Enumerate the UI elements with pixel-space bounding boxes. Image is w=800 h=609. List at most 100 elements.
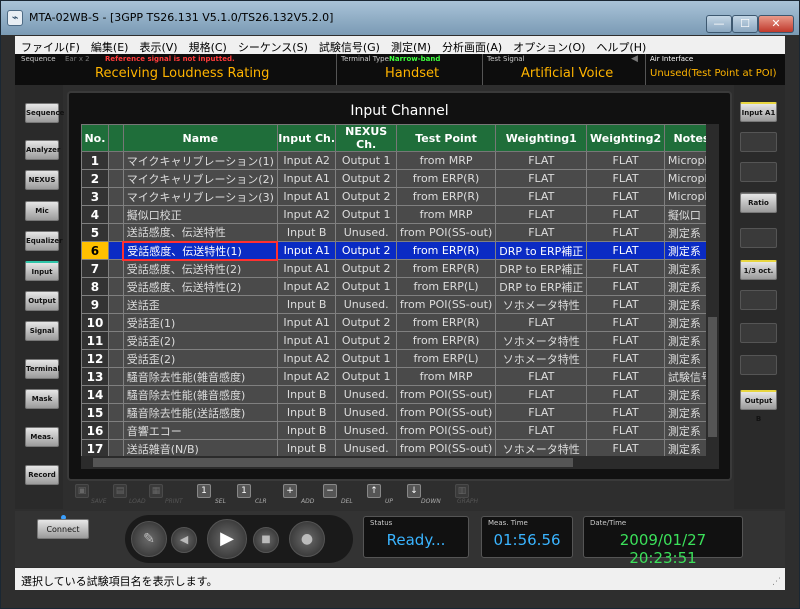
- table-row[interactable]: 4 擬似口校正 Input A2 Output 1 from MRP FLAT FLAT 擬似…: [81, 205, 719, 224]
- row-check[interactable]: [107, 331, 124, 350]
- row-weighting1[interactable]: DRP to ERP補正: [495, 259, 588, 278]
- row-name[interactable]: 受話感度、伝送特性(2): [122, 259, 278, 278]
- row-weighting1[interactable]: DRP to ERP補正: [495, 277, 588, 296]
- header-check[interactable]: [107, 124, 124, 152]
- sequence-info[interactable]: Sequence Ear x 2 Reference signal is not…: [15, 54, 335, 85]
- row-test-point[interactable]: from MRP: [395, 151, 497, 170]
- add-button[interactable]: + ADD: [283, 484, 319, 508]
- row-nexus-ch[interactable]: Output 1: [335, 367, 397, 386]
- speaker-icon[interactable]: ◀: [171, 527, 197, 553]
- table-row[interactable]: 13 騒音除去性能(雑音感度) Input A2 Output 1 from MRP FL…: [81, 367, 719, 386]
- maximize-button[interactable]: ☐: [732, 15, 758, 33]
- row-name[interactable]: 擬似口校正: [122, 205, 278, 224]
- row-nexus-ch[interactable]: Unused.: [335, 295, 397, 314]
- table-row[interactable]: 7 受話感度、伝送特性(2) Input A1 Output 2 from ERP(R)…: [81, 259, 719, 278]
- row-number[interactable]: 2: [81, 169, 109, 188]
- header-test-point[interactable]: Test Point: [395, 124, 497, 152]
- table-row[interactable]: 8 受話感度、伝送特性(2) Input A2 Output 1 from ERP(L)…: [81, 277, 719, 296]
- row-weighting1[interactable]: FLAT: [495, 187, 588, 206]
- up-button[interactable]: ↑ UP: [367, 484, 403, 508]
- row-nexus-ch[interactable]: Output 2: [335, 331, 397, 350]
- print-button[interactable]: ▦ PRINT: [149, 484, 189, 508]
- row-weighting2[interactable]: FLAT: [586, 295, 665, 314]
- row-name[interactable]: 送話雑音(N/B): [122, 439, 278, 456]
- terminal-button[interactable]: Terminal: [25, 359, 60, 379]
- row-check[interactable]: [107, 205, 124, 224]
- row-input-ch[interactable]: Input B: [276, 223, 337, 242]
- row-number[interactable]: 11: [81, 331, 109, 350]
- connect-button[interactable]: Connect: [37, 519, 89, 539]
- row-weighting1[interactable]: ソホメータ特性: [495, 439, 588, 456]
- row-input-ch[interactable]: Input B: [276, 439, 337, 456]
- mic-button[interactable]: Mic: [25, 201, 59, 221]
- menu-standard[interactable]: 規格(C): [183, 37, 232, 55]
- record-button[interactable]: Record: [25, 465, 59, 485]
- table-row[interactable]: 9 送話歪 Input B Unused. from POI(SS-out) ソホメータ特…: [81, 295, 719, 314]
- row-name[interactable]: 騒音除去性能(雑音感度): [122, 385, 278, 404]
- row-weighting2[interactable]: FLAT: [586, 403, 665, 422]
- row-weighting2[interactable]: FLAT: [586, 223, 665, 242]
- row-input-ch[interactable]: Input B: [276, 421, 337, 440]
- row-weighting2[interactable]: FLAT: [586, 187, 665, 206]
- header-weighting2[interactable]: Weighting2: [586, 124, 665, 152]
- table-row[interactable]: 1 マイクキャリブレーション(1) Input A2 Output 1 from MRP…: [81, 151, 719, 170]
- menu-options[interactable]: オプション(O): [507, 37, 590, 55]
- graph-button[interactable]: ▥ GRAPH: [453, 484, 493, 508]
- row-nexus-ch[interactable]: Output 2: [335, 187, 397, 206]
- row-input-ch[interactable]: Input A2: [276, 367, 337, 386]
- row-number[interactable]: 6: [81, 241, 109, 260]
- row-check[interactable]: [107, 259, 124, 278]
- row-name[interactable]: 騒音除去性能(送話感度): [122, 403, 278, 422]
- row-number[interactable]: 17: [81, 439, 109, 456]
- row-number[interactable]: 10: [81, 313, 109, 332]
- row-check[interactable]: [107, 349, 124, 368]
- menu-file[interactable]: ファイル(F): [15, 37, 85, 55]
- row-test-point[interactable]: from POI(SS-out): [395, 385, 497, 404]
- minimize-button[interactable]: —: [706, 15, 732, 33]
- row-weighting2[interactable]: FLAT: [586, 205, 665, 224]
- row-name[interactable]: 送話感度、伝送特性: [122, 223, 278, 242]
- row-weighting2[interactable]: FLAT: [586, 421, 665, 440]
- row-number[interactable]: 12: [81, 349, 109, 368]
- output-b-button[interactable]: Output B: [740, 390, 777, 423]
- row-input-ch[interactable]: Input A1: [276, 241, 337, 260]
- third-octave-button[interactable]: 1/3 oct.: [740, 260, 777, 280]
- row-nexus-ch[interactable]: Output 1: [335, 151, 397, 170]
- table-row[interactable]: 3 マイクキャリブレーション(3) Input A1 Output 2 from ERP…: [81, 187, 719, 206]
- row-name[interactable]: 受話歪(2): [122, 349, 278, 368]
- row-weighting2[interactable]: FLAT: [586, 385, 665, 404]
- row-weighting1[interactable]: FLAT: [495, 223, 588, 242]
- load-button[interactable]: ▤ LOAD: [113, 484, 149, 508]
- row-weighting2[interactable]: FLAT: [586, 349, 665, 368]
- row-nexus-ch[interactable]: Output 1: [335, 205, 397, 224]
- table-row[interactable]: 6 受話感度、伝送特性(1) Input A1 Output 2 from ERP(R)…: [81, 240, 719, 261]
- row-input-ch[interactable]: Input A1: [276, 331, 337, 350]
- row-number[interactable]: 16: [81, 421, 109, 440]
- row-weighting1[interactable]: FLAT: [495, 403, 588, 422]
- row-check[interactable]: [107, 169, 124, 188]
- row-input-ch[interactable]: Input A2: [276, 277, 337, 296]
- mic-icon[interactable]: ✎: [131, 521, 167, 557]
- save-button[interactable]: ▣ SAVE: [75, 484, 111, 508]
- row-number[interactable]: 14: [81, 385, 109, 404]
- row-number[interactable]: 5: [81, 223, 109, 242]
- row-test-point[interactable]: from ERP(L): [395, 277, 497, 296]
- row-weighting2[interactable]: FLAT: [586, 439, 665, 456]
- row-nexus-ch[interactable]: Output 1: [335, 349, 397, 368]
- row-name[interactable]: マイクキャリブレーション(1): [122, 151, 278, 170]
- menu-help[interactable]: ヘルプ(H): [590, 37, 651, 55]
- row-name[interactable]: 送話歪: [122, 295, 278, 314]
- header-weighting1[interactable]: Weighting1: [495, 124, 588, 152]
- row-nexus-ch[interactable]: Output 2: [335, 259, 397, 278]
- row-weighting2[interactable]: FLAT: [586, 169, 665, 188]
- row-test-point[interactable]: from MRP: [395, 205, 497, 224]
- row-weighting1[interactable]: FLAT: [495, 169, 588, 188]
- vertical-scrollbar[interactable]: [706, 124, 719, 456]
- row-nexus-ch[interactable]: Unused.: [335, 439, 397, 456]
- row-check[interactable]: [107, 313, 124, 332]
- row-test-point[interactable]: from POI(SS-out): [395, 223, 497, 242]
- row-test-point[interactable]: from POI(SS-out): [395, 403, 497, 422]
- clear-button[interactable]: 1 CLR: [237, 484, 273, 508]
- table-row[interactable]: 2 マイクキャリブレーション(2) Input A1 Output 2 from ERP…: [81, 169, 719, 188]
- row-number[interactable]: 8: [81, 277, 109, 296]
